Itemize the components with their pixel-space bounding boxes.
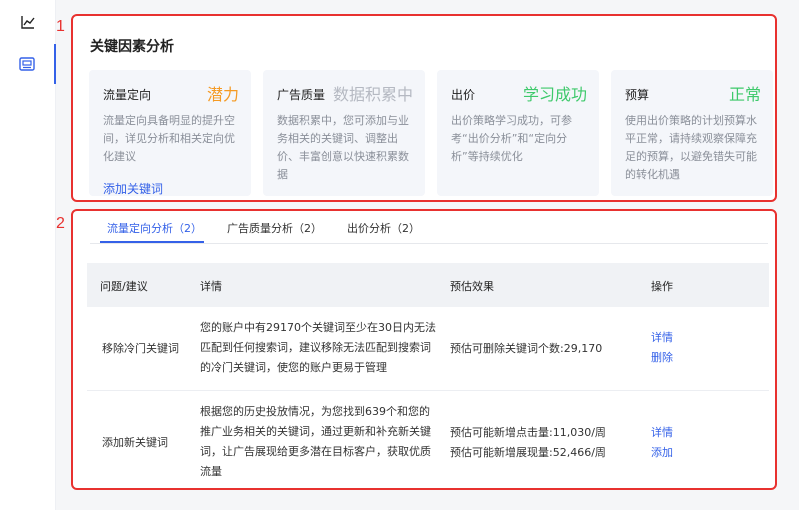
row-effect: 预估可能新增点击量:11,030/周 (450, 426, 606, 439)
header-issue: 问题/建议 (100, 280, 148, 293)
header-action: 操作 (651, 280, 673, 293)
tab-traffic-analysis[interactable]: 流量定向分析（2） (107, 220, 202, 236)
sidebar-item-trend[interactable] (0, 2, 56, 42)
detail-link[interactable]: 详情 (651, 423, 673, 443)
row-effect: 预估可删除关键词个数:29,170 (450, 342, 603, 355)
annotation-marker-2: 2 (56, 215, 65, 232)
factor-card-desc: 数据积累中，您可添加与业务相关的关键词、调整出价、丰富创意以快速积累数据 (277, 114, 409, 181)
header-effect: 预估效果 (450, 280, 494, 293)
active-tab-indicator (100, 241, 204, 243)
factor-card-status: 学习成功 (522, 85, 587, 104)
row-issue: 添加新关键词 (102, 436, 168, 449)
add-link[interactable]: 添加 (651, 443, 673, 463)
tab-ad-quality-analysis[interactable]: 广告质量分析（2） (227, 220, 322, 236)
table-header: 问题/建议 详情 预估效果 操作 (87, 263, 769, 307)
annotation-marker-1: 1 (56, 18, 65, 35)
factor-card-status: 数据积累中 (332, 85, 413, 104)
row-effect: 预估可能新增展现量:52,466/周 (450, 446, 606, 459)
sidebar-item-analysis[interactable] (0, 44, 56, 84)
row-detail: 您的账户中有29170个关键词至少在30日内无法匹配到任何搜索词，建议移除无法匹… (200, 321, 436, 374)
detail-link[interactable]: 详情 (651, 328, 673, 348)
factor-card-traffic: 流量定向 潜力 流量定向具备明显的提升空间，详见分析和相关定向优化建议 添加关键… (89, 70, 251, 196)
factor-card-name: 出价 (451, 88, 476, 102)
factor-card-name: 预算 (625, 88, 650, 102)
factor-card-desc: 流量定向具备明显的提升空间，详见分析和相关定向优化建议 (103, 114, 235, 163)
delete-link[interactable]: 删除 (651, 348, 673, 368)
row-detail: 根据您的历史投放情况，为您找到639个和您的推广业务相关的关键词，通过更新和补充… (200, 405, 431, 478)
factor-card-status: 正常 (728, 85, 761, 104)
factor-card-name: 广告质量 (277, 88, 326, 102)
table-row: 移除冷门关键词 您的账户中有29170个关键词至少在30日内无法匹配到任何搜索词… (87, 307, 769, 391)
tab-bid-analysis[interactable]: 出价分析（2） (347, 220, 420, 236)
report-icon (19, 57, 35, 71)
factor-card-desc: 使用出价策略的计划预算水平正常，请持续观察保障充足的预算，以避免错失可能的转化机… (625, 114, 757, 181)
sidebar (0, 0, 56, 510)
factor-card-bid: 出价 学习成功 出价策略学习成功，可参考“出价分析”和“定向分析”等持续优化 (437, 70, 599, 196)
factor-card-name: 流量定向 (103, 88, 152, 102)
line-chart-icon (21, 16, 35, 29)
factor-card-budget: 预算 正常 使用出价策略的计划预算水平正常，请持续观察保障充足的预算，以避免错失… (611, 70, 773, 196)
analysis-tabs: 流量定向分析（2） 广告质量分析（2） 出价分析（2） (90, 214, 768, 244)
add-keywords-link[interactable]: 添加关键词 (103, 180, 163, 197)
factor-card-desc: 出价策略学习成功，可参考“出价分析”和“定向分析”等持续优化 (451, 114, 572, 163)
table-row: 添加新关键词 根据您的历史投放情况，为您找到639个和您的推广业务相关的关键词，… (87, 391, 769, 490)
header-detail: 详情 (200, 280, 222, 293)
row-issue: 移除冷门关键词 (102, 342, 179, 355)
key-factors-title: 关键因素分析 (90, 39, 174, 55)
factor-card-ad-quality: 广告质量 数据积累中 数据积累中，您可添加与业务相关的关键词、调整出价、丰富创意… (263, 70, 425, 196)
factor-card-status: 潜力 (206, 85, 239, 104)
